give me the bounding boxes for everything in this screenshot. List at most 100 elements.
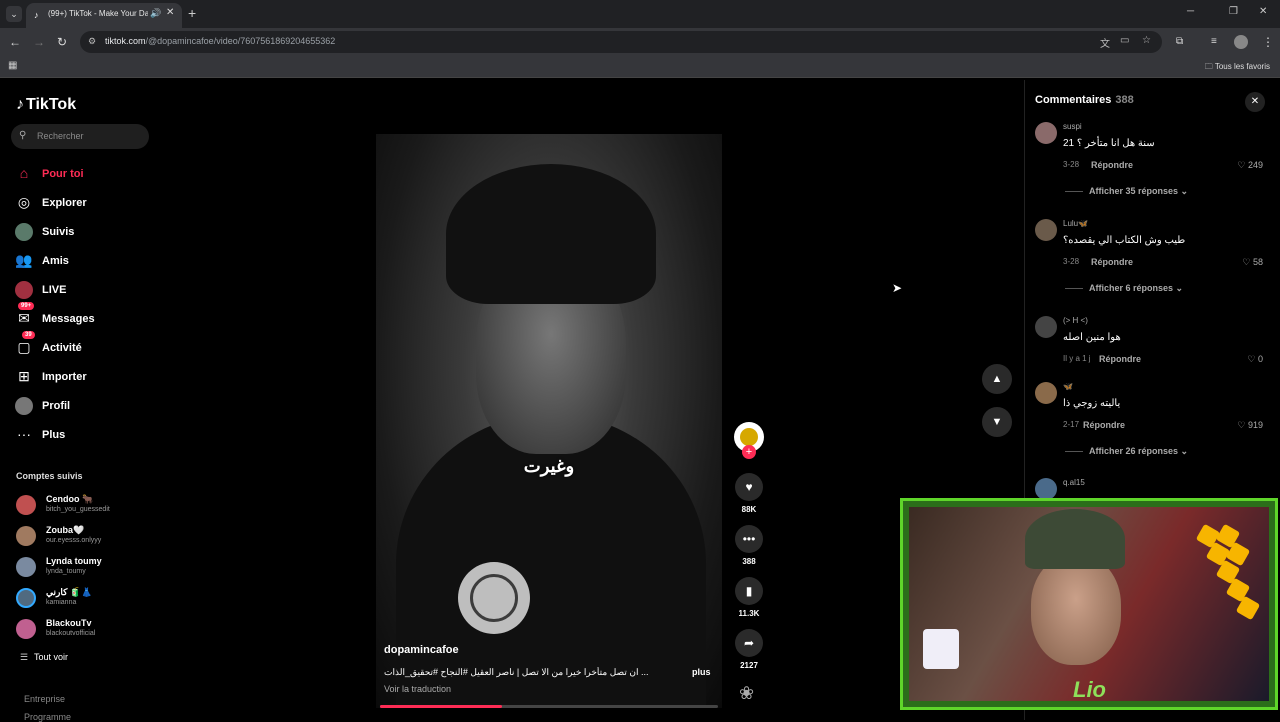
comment-button[interactable]: ••• 388 [734,525,764,566]
reply-button[interactable]: Répondre [1083,420,1125,430]
streamer-logo-icon: Lio [1073,677,1106,702]
video-player[interactable]: وغيرت dopamincafoe ان تصل متأخرا خيرا من… [376,134,722,708]
reply-button[interactable]: Répondre [1091,160,1133,170]
home-icon: ⌂ [19,165,29,181]
close-tab-icon[interactable]: ✕ [166,7,174,18]
comment-username[interactable]: 🦋 [1063,382,1073,391]
previous-video-button[interactable]: ▲ [982,364,1012,394]
comment-username[interactable]: Lulu🦋 [1063,219,1088,228]
compass-icon: ◎ [17,194,31,210]
avatar[interactable] [1035,382,1057,404]
site-info-icon[interactable]: ⚙ [88,36,96,47]
close-window-icon[interactable]: ✕ [1259,6,1267,17]
nav-for-you[interactable]: ⌂ Pour toi [14,163,154,185]
comment-like-button[interactable]: ♡ 249 [1237,160,1263,171]
follow-plus-icon[interactable]: + [742,445,756,459]
comment-date: 3-28 [1063,160,1080,169]
followed-account[interactable]: Zouba🤍 our.eyesss.onlyyy [16,522,156,548]
bookmark-star-icon[interactable]: ☆ [1142,35,1151,46]
share-arrow-icon: ➦ [735,629,763,657]
avatar [16,557,36,577]
tab-search-icon[interactable]: ⌄ [6,6,22,22]
following-section-title: Comptes suivis [16,471,83,481]
see-all-link[interactable]: ☰ Tout voir [20,652,68,663]
show-replies-button[interactable]: Afficher 35 réponses ⌄ [1065,186,1188,197]
like-button[interactable]: ♥ 88K [734,473,764,514]
profile-avatar-icon[interactable] [1234,35,1248,49]
close-comments-button[interactable]: ✕ [1245,92,1265,112]
back-icon[interactable]: ← [9,34,21,50]
video-author-username[interactable]: dopamincafoe [384,644,459,656]
cast-icon[interactable]: ▭ [1120,35,1129,46]
tiktok-logo[interactable]: ♪ TikTok [16,96,76,114]
see-translation-link[interactable]: Voir la traduction [384,684,451,694]
nav-upload[interactable]: ⊞ Importer [14,366,154,388]
avatar[interactable] [1035,122,1057,144]
description-more-button[interactable]: plus [692,667,711,677]
show-replies-button[interactable]: Afficher 6 réponses ⌄ [1065,283,1183,294]
nav-messages[interactable]: ✉ 99+ Messages [14,302,154,330]
footer-link[interactable]: Entreprise [24,694,65,704]
comment-text: هوا منين اصله [1063,332,1121,343]
avatar [16,495,36,515]
reload-icon[interactable]: ↻ [57,34,67,50]
forward-icon[interactable]: → [33,34,45,50]
chevron-down-icon: ▼ [991,416,1003,428]
nav-more[interactable]: ··· Plus [14,424,154,446]
live-icon [14,281,34,299]
reply-button[interactable]: Répondre [1099,354,1141,364]
avatar[interactable] [1035,478,1057,500]
share-button[interactable]: ➦ 2127 [734,629,764,670]
search-input[interactable]: ⚲ Rechercher [11,124,149,149]
browser-tab-active[interactable]: ♪ (99+) TikTok - Make Your Da 🔊 ✕ [26,3,182,28]
comment-date: 2-17 [1063,420,1080,429]
apps-grid-icon[interactable]: ▦ [8,60,17,71]
avatar [16,588,36,608]
save-button[interactable]: ▮ 11.3K [734,577,764,618]
new-tab-icon[interactable]: + [188,5,196,21]
translate-icon[interactable]: 文 [1100,35,1110,50]
comment-like-button[interactable]: ♡ 58 [1242,257,1263,268]
reply-button[interactable]: Répondre [1091,257,1133,267]
messages-badge: 99+ [18,302,35,310]
audio-playing-icon[interactable]: 🔊 [150,8,161,19]
show-replies-button[interactable]: Afficher 26 réponses ⌄ [1065,446,1188,457]
url-text[interactable]: tiktok.com/@dopamincafoe/video/760756186… [105,36,335,46]
browser-menu-icon[interactable]: ⋮ [1262,34,1274,50]
music-disc-icon[interactable]: ❀ [739,683,754,704]
followed-account[interactable]: Lynda toumy lynda_toumy [16,553,156,579]
minimize-icon[interactable]: ─ [1187,6,1194,17]
avatar[interactable] [1035,316,1057,338]
video-progress-bar[interactable] [380,705,718,708]
nav-profile[interactable]: Profil [14,395,154,417]
search-placeholder: Rechercher [37,131,84,141]
comments-count: 388 [1115,94,1134,106]
like-count: 88K [741,505,757,514]
streamer-cap [1025,509,1125,569]
restore-icon[interactable]: ❐ [1229,6,1238,17]
media-control-icon[interactable]: ≡ [1211,34,1217,50]
followed-account[interactable]: كارني 🧃👗 kamianna [16,584,156,610]
nav-live[interactable]: LIVE [14,279,154,301]
comment-username[interactable]: (> H <) [1063,316,1088,325]
comment-like-button[interactable]: ♡ 919 [1237,420,1263,431]
streamer-webcam-overlay: Lio [900,498,1278,710]
comment-username[interactable]: q.al15 [1063,478,1085,487]
followed-account[interactable]: BlackouTv blackoutvofficial [16,615,156,641]
next-video-button[interactable]: ▼ [982,407,1012,437]
footer-link[interactable]: Programme [24,712,71,722]
nav-explore[interactable]: ◎ Explorer [14,192,154,214]
nav-following[interactable]: Suivis [14,221,154,243]
comment-count: 388 [742,557,756,566]
address-bar[interactable]: ⚙ tiktok.com/@dopamincafoe/video/7607561… [80,31,1162,53]
avatar[interactable] [1035,219,1057,241]
browser-nav-bar: ← → ↻ ⚙ tiktok.com/@dopamincafoe/video/7… [0,28,1280,56]
all-bookmarks-folder[interactable]: 🗀 Tous les favoris [1205,61,1270,75]
comment-username[interactable]: suspi [1063,122,1082,131]
extensions-icon[interactable]: ⧉ [1176,34,1183,50]
nav-friends[interactable]: 👥 Amis [14,250,154,272]
comment-like-button[interactable]: ♡ 0 [1247,354,1263,365]
followed-account[interactable]: Cendoo 🐂 bitch_you_guessedit [16,491,156,517]
tiktok-favicon-icon: ♪ [34,10,39,20]
nav-activity[interactable]: ▢ 39 Activité [14,331,154,359]
